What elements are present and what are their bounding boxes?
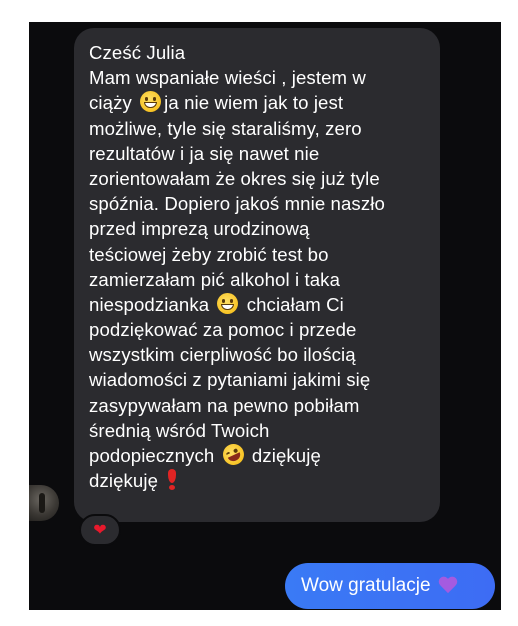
message-line: teściowej żeby zrobić test bo xyxy=(89,243,329,265)
message-line: średnią wśród Twoich xyxy=(89,419,270,441)
message-line: Mam wspaniałe wieści , jestem w xyxy=(89,67,366,89)
message-line: zorientowałam że okres się już tyle xyxy=(89,167,380,189)
message-text: podopiecznych xyxy=(89,445,220,466)
message-line: niespodzianka chciałam Ci xyxy=(89,292,426,317)
message-text: chciałam Ci xyxy=(241,293,344,315)
message-line: dziękuję xyxy=(89,468,426,493)
message-text: dziękuję xyxy=(89,470,164,492)
purple-heart-icon xyxy=(438,577,458,595)
sender-avatar[interactable] xyxy=(29,485,59,521)
message-text: ciąży xyxy=(89,92,138,114)
message-line: rezultatów i ja się nawet nie xyxy=(89,142,320,164)
message-text: dziękuję xyxy=(246,445,321,466)
chat-thread: Cześć Julia Mam wspaniałe wieści , jeste… xyxy=(29,22,501,610)
message-text: ja nie wiem jak to jest xyxy=(164,92,344,114)
incoming-message-bubble[interactable]: Cześć Julia Mam wspaniałe wieści , jeste… xyxy=(74,28,440,522)
grinning-face-icon xyxy=(217,292,239,314)
message-line: wiadomości z pytaniami jakimi się xyxy=(89,369,371,391)
message-line: ciąży ja nie wiem jak to jest xyxy=(89,90,426,115)
outgoing-message-bubble[interactable]: Wow gratulacje xyxy=(285,563,495,609)
message-line: wszystkim cierpliwość bo ilością xyxy=(89,344,356,366)
heart-reaction[interactable]: ❤ xyxy=(79,514,121,546)
message-line: podopiecznych dziękuję xyxy=(89,440,426,469)
message-line: Cześć Julia xyxy=(89,42,186,63)
grinning-face-icon xyxy=(140,91,162,113)
message-line: możliwe, tyle się staraliśmy, zero xyxy=(89,117,362,139)
outgoing-message-text: Wow gratulacje xyxy=(301,575,431,596)
message-line: spóźnia. Dopiero jakoś mnie naszło xyxy=(89,193,385,215)
avatar-figure xyxy=(39,493,45,513)
message-line: zamierzałam pić alkohol i taka xyxy=(89,268,341,290)
message-line: przed imprezą urodzinową xyxy=(89,218,310,240)
message-line: zasypywałam na pewno pobiłam xyxy=(89,394,360,416)
red-exclamation-icon xyxy=(167,469,177,491)
red-heart-icon: ❤ xyxy=(93,522,107,539)
rolling-on-floor-laughing-icon xyxy=(219,440,248,469)
message-line: podziękować za pomoc i przede xyxy=(89,319,357,341)
message-text: niespodzianka xyxy=(89,293,215,315)
